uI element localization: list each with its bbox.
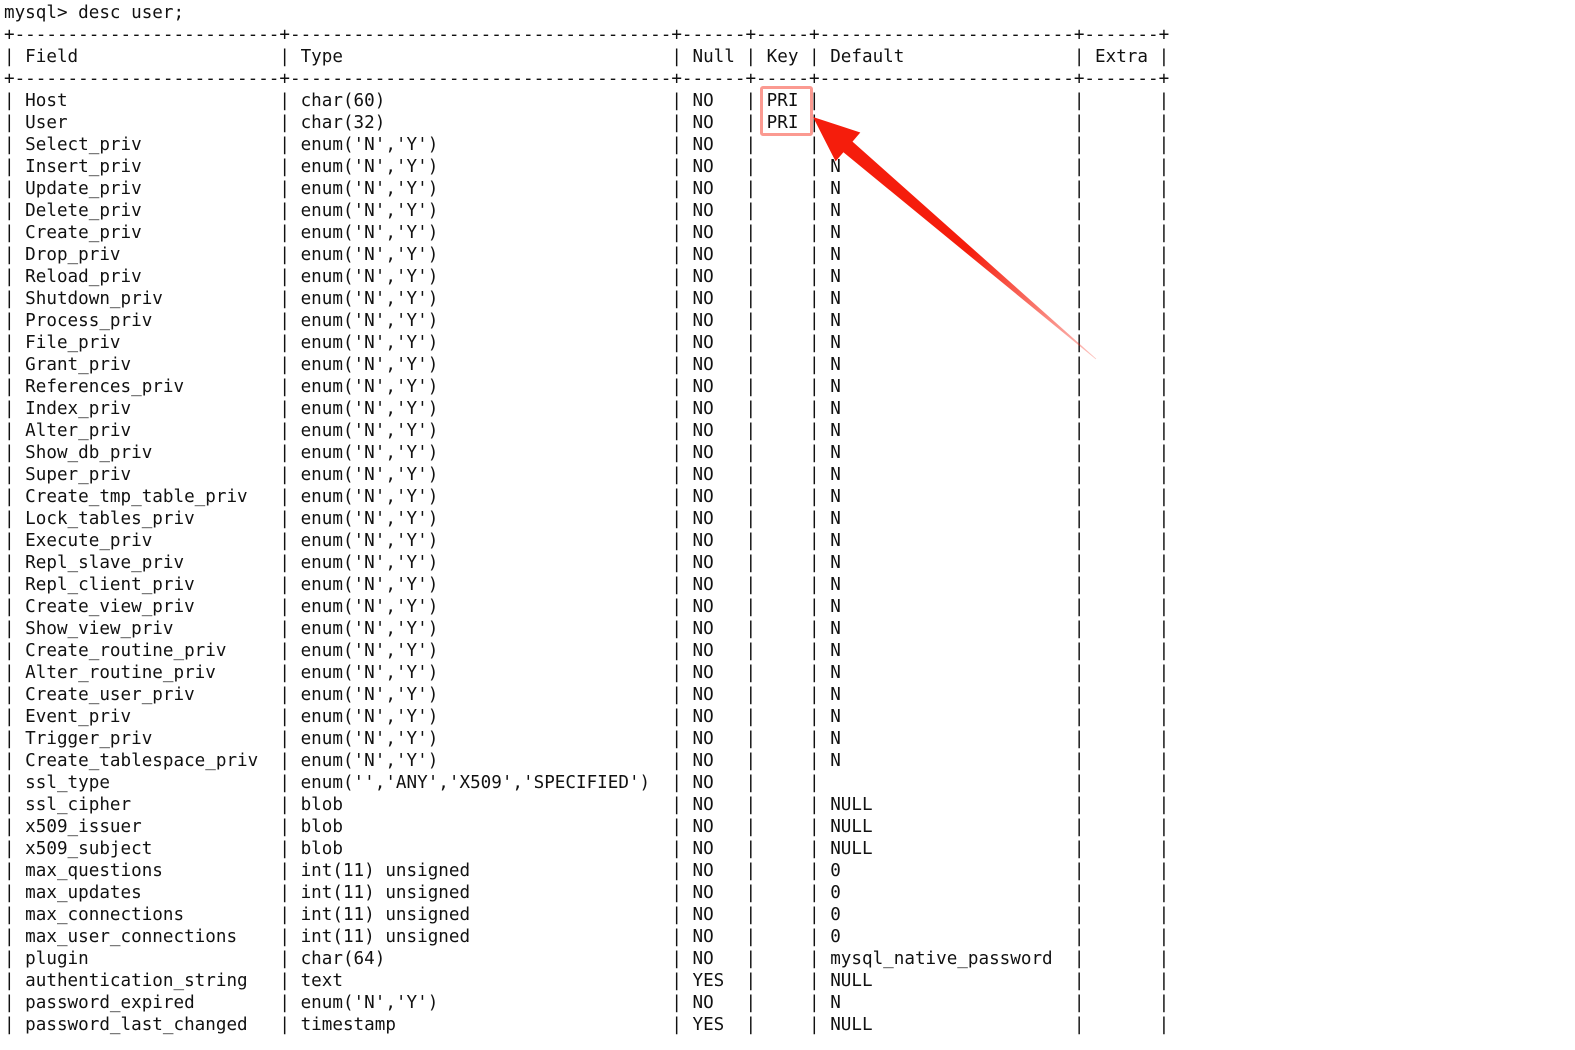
console-output: mysql> desc user; +---------------------… xyxy=(4,3,1170,1035)
pri-key-highlight-box xyxy=(760,86,813,136)
terminal-window: mysql> desc user; +---------------------… xyxy=(0,0,1575,1050)
